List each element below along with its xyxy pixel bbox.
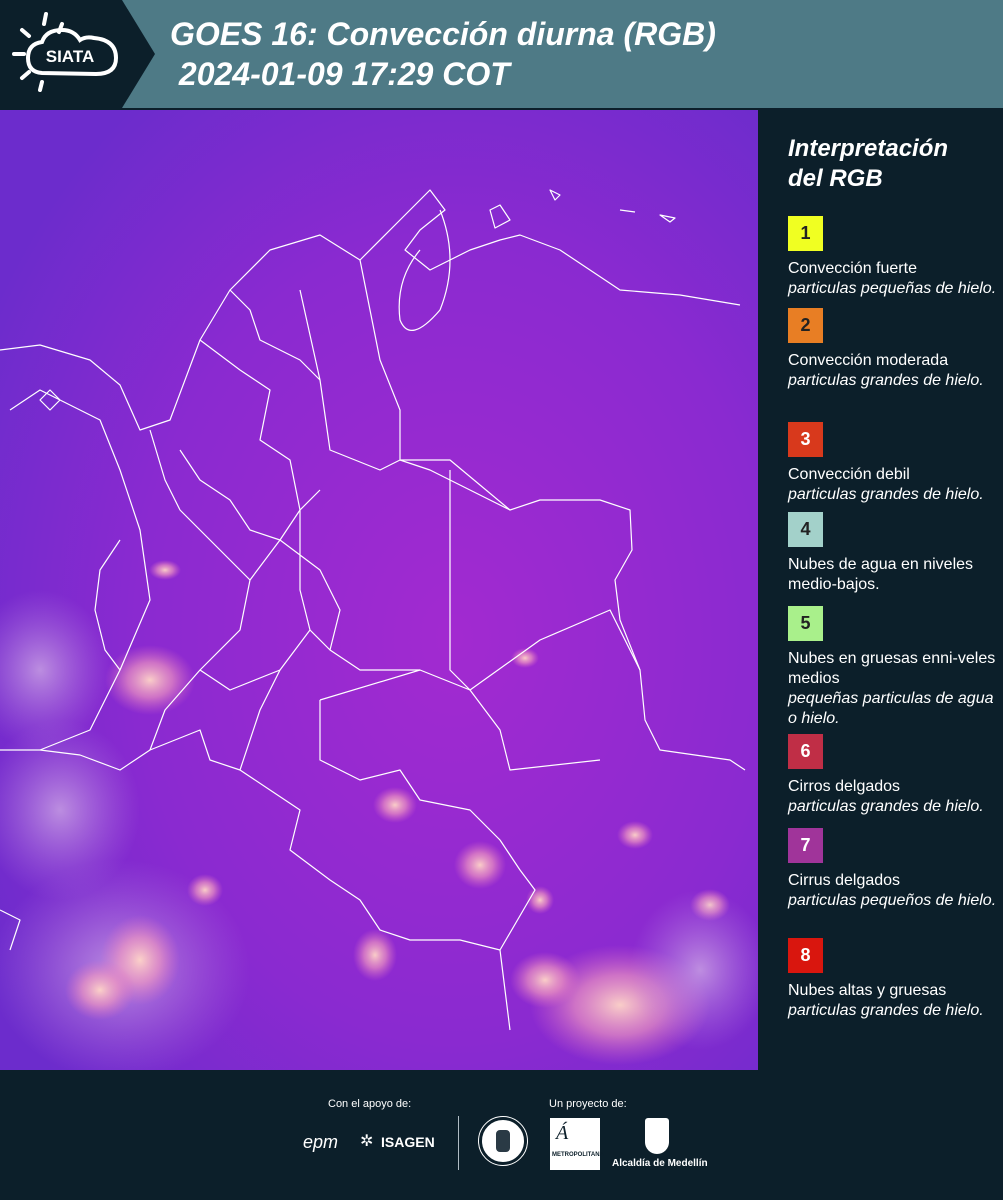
emblem-seal-icon [478, 1116, 528, 1166]
isagen-logo: ISAGEN [381, 1134, 435, 1150]
legend-item-4: 4 Nubes de agua en niveles medio-bajos. [788, 512, 1000, 595]
legend-item-title: Nubes en gruesas enni-veles medios [788, 650, 996, 687]
legend-item-6: 6 Cirros delgados particulas grandes de … [788, 734, 1000, 817]
legend-item-1: 1 Convección fuerte particulas pequeñas … [788, 216, 1000, 299]
legend-panel: Interpretación del RGB 1 Convección fuer… [760, 110, 1003, 1070]
legend-item-2: 2 Convección moderada particulas grandes… [788, 308, 1000, 391]
footer-divider [458, 1116, 459, 1170]
legend-swatch: 1 [788, 216, 823, 251]
legend-item-subtitle: particulas grandes de hielo. [788, 486, 984, 503]
alcaldia-shield-icon [645, 1118, 669, 1154]
legend-item-title: Convección moderada [788, 352, 949, 369]
page-title: GOES 16: Convección diurna (RGB) 2024-01… [170, 16, 716, 92]
isagen-icon: ✲ [360, 1133, 374, 1150]
area-metropolitana-logo: Á METROPOLITANA [550, 1118, 604, 1170]
legend-item-subtitle: pequeñas particulas de agua o hielo. [788, 690, 994, 727]
sun-cloud-icon: SIATA [12, 12, 119, 92]
legend-item-title: Cirrus delgados [788, 872, 901, 889]
legend-item-subtitle: particulas pequeños de hielo. [788, 892, 997, 909]
footer-bar: Con el apoyo de: Un proyecto de: epm ✲ I… [0, 1070, 1003, 1200]
area-metropolitana-text: METROPOLITANA [552, 1152, 604, 1158]
legend-item-subtitle: particulas pequeñas de hielo. [788, 280, 997, 297]
legend-item-8: 8 Nubes altas y gruesas particulas grand… [788, 938, 1000, 1021]
alcaldia-label: Alcaldía de Medellín [612, 1158, 708, 1169]
legend-item-3: 3 Convección debil particulas grandes de… [788, 422, 1000, 505]
legend-item-subtitle: particulas grandes de hielo. [788, 798, 984, 815]
legend-swatch: 8 [788, 938, 823, 973]
support-label: Con el apoyo de: [328, 1098, 412, 1110]
siata-logo: SIATA [0, 0, 155, 108]
epm-logo: epm [303, 1132, 339, 1152]
svg-text:SIATA: SIATA [46, 47, 94, 66]
legend-item-5: 5 Nubes en gruesas enni-veles medios peq… [788, 606, 1000, 729]
legend-item-title: Nubes de agua en niveles medio-bajos. [788, 556, 974, 593]
legend-swatch: 7 [788, 828, 823, 863]
legend-item-7: 7 Cirrus delgados particulas pequeños de… [788, 828, 1000, 911]
legend-item-title: Nubes altas y gruesas [788, 982, 947, 999]
satellite-map [0, 110, 758, 1070]
project-label: Un proyecto de: [549, 1098, 627, 1110]
legend-item-title: Cirros delgados [788, 778, 901, 795]
legend-title: Interpretación del RGB [788, 135, 949, 192]
legend-item-subtitle: particulas grandes de hielo. [788, 372, 984, 389]
legend-item-title: Convección fuerte [788, 260, 917, 277]
legend-swatch: 5 [788, 606, 823, 641]
legend-item-subtitle: particulas grandes de hielo. [788, 1002, 984, 1019]
legend-swatch: 4 [788, 512, 823, 547]
legend-item-title: Convección debil [788, 466, 910, 483]
legend-swatch: 2 [788, 308, 823, 343]
header-bar: SIATA GOES 16: Convección diurna (RGB) 2… [0, 0, 1003, 108]
legend-swatch: 6 [788, 734, 823, 769]
legend-swatch: 3 [788, 422, 823, 457]
